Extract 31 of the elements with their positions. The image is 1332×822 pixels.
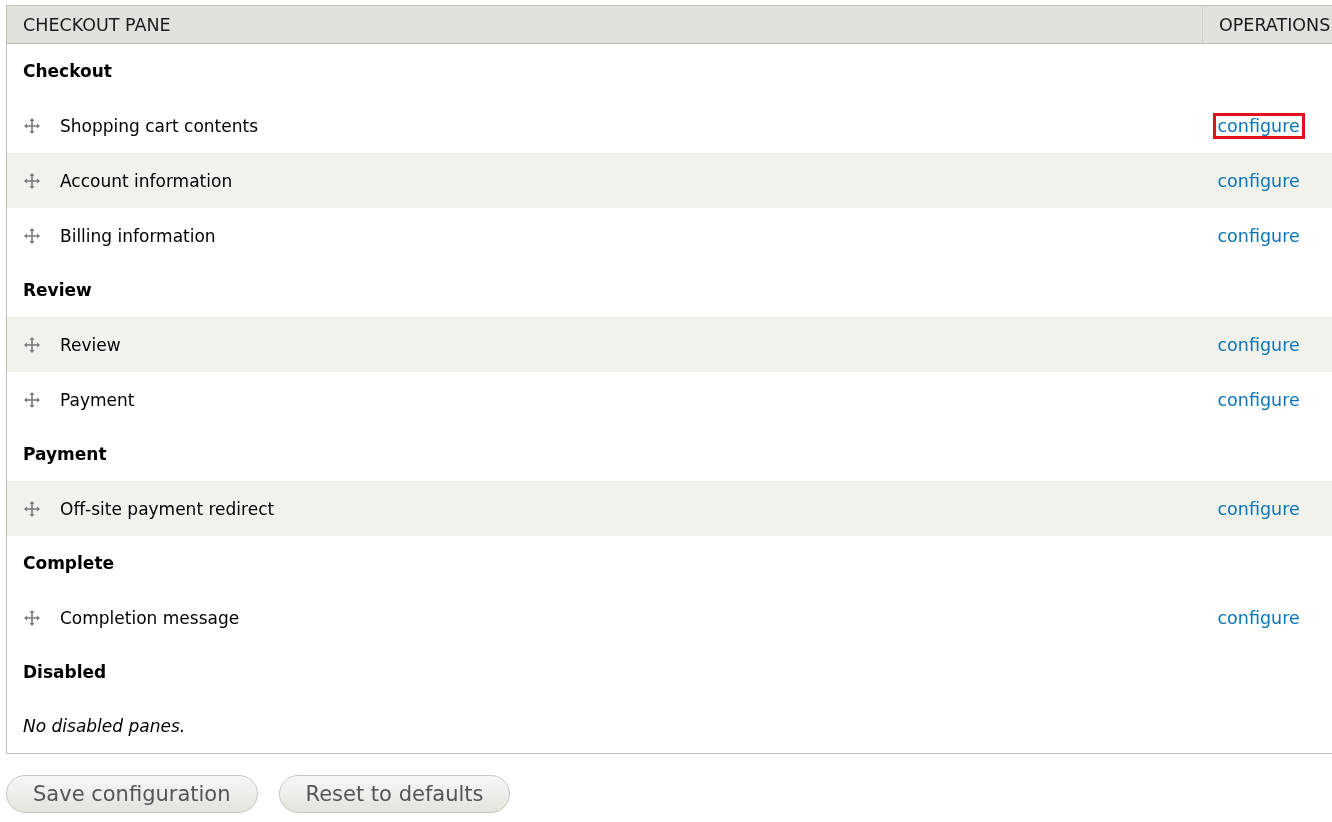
- configure-link[interactable]: configure: [1217, 334, 1300, 355]
- configure-link[interactable]: configure: [1217, 170, 1300, 191]
- move-icon[interactable]: [24, 117, 40, 134]
- region-title: Review: [6, 263, 1203, 317]
- move-icon[interactable]: [24, 227, 40, 244]
- pane-name: Review: [60, 334, 121, 355]
- pane-name: Shopping cart contents: [60, 115, 258, 136]
- pane-name: Billing information: [60, 225, 216, 246]
- reset-button[interactable]: Reset to defaults: [278, 775, 511, 813]
- region-title: Payment: [6, 427, 1203, 481]
- move-icon[interactable]: [24, 391, 40, 408]
- save-button[interactable]: Save configuration: [6, 775, 258, 813]
- move-icon[interactable]: [24, 609, 40, 626]
- move-icon[interactable]: [24, 172, 40, 189]
- pane-name: Account information: [60, 170, 233, 191]
- move-icon[interactable]: [24, 500, 40, 517]
- column-header: OPERATIONS: [1202, 5, 1332, 44]
- column-header: CHECKOUT PANE: [6, 5, 1203, 44]
- pane-name: Payment: [60, 389, 135, 410]
- region-title: Checkout: [6, 43, 1203, 98]
- configure-link[interactable]: configure: [1217, 389, 1300, 410]
- empty-message: No disabled panes.: [23, 716, 186, 736]
- configure-link[interactable]: configure: [1217, 498, 1300, 519]
- pane-name: Completion message: [60, 607, 240, 628]
- configure-link[interactable]: configure: [1217, 225, 1300, 246]
- configure-link[interactable]: configure: [1217, 607, 1300, 628]
- pane-name: Off-site payment redirect: [60, 498, 275, 519]
- region-title: Complete: [6, 536, 1203, 590]
- configure-link[interactable]: configure: [1212, 112, 1305, 139]
- region-title: Disabled: [6, 645, 1203, 699]
- move-icon[interactable]: [24, 336, 40, 353]
